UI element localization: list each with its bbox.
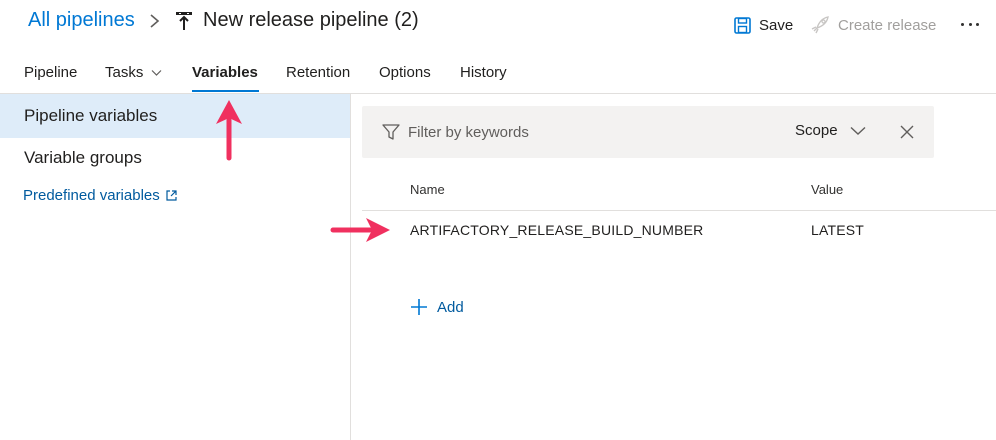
tab-bar: Pipeline Tasks Variables Retention Optio…	[0, 52, 996, 94]
tab-variables[interactable]: Variables	[192, 64, 258, 81]
column-header-name[interactable]: Name	[410, 182, 445, 197]
filter-keywords-input[interactable]	[408, 120, 768, 144]
scope-dropdown[interactable]: Scope	[795, 122, 866, 139]
create-release-label: Create release	[838, 16, 937, 34]
tab-retention[interactable]: Retention	[286, 64, 350, 81]
tab-tasks[interactable]: Tasks	[105, 64, 162, 81]
save-icon	[734, 16, 751, 34]
rocket-icon	[811, 16, 829, 34]
save-label: Save	[759, 16, 794, 34]
pane-divider	[350, 94, 351, 440]
header: All pipelines New release pipeline (2) S…	[0, 0, 996, 46]
tab-pipeline[interactable]: Pipeline	[24, 64, 77, 81]
tab-tasks-label: Tasks	[105, 64, 144, 81]
add-label: Add	[437, 298, 464, 316]
table-header-divider	[362, 210, 996, 211]
variables-sidebar: Pipeline variables Variable groups Prede…	[0, 94, 350, 440]
tab-options[interactable]: Options	[379, 64, 431, 81]
filter-icon	[382, 124, 400, 140]
more-actions-button[interactable]	[958, 14, 982, 34]
external-link-icon	[166, 190, 177, 201]
sidebar-item-pipeline-variables[interactable]: Pipeline variables	[0, 94, 350, 138]
chevron-right-icon	[150, 14, 160, 28]
save-button[interactable]: Save	[734, 14, 793, 36]
predefined-variables-link[interactable]: Predefined variables	[23, 187, 177, 204]
breadcrumb-all-pipelines[interactable]: All pipelines	[28, 9, 135, 32]
create-release-button[interactable]: Create release	[811, 14, 936, 36]
filter-bar: Scope	[362, 106, 934, 158]
variable-name-cell[interactable]: ARTIFACTORY_RELEASE_BUILD_NUMBER	[410, 222, 704, 238]
plus-icon	[411, 299, 427, 315]
release-pipeline-icon	[176, 12, 192, 30]
predefined-variables-label: Predefined variables	[23, 187, 160, 204]
chevron-down-icon	[850, 126, 866, 135]
chevron-down-icon	[151, 70, 161, 76]
scope-label: Scope	[795, 122, 838, 139]
close-icon[interactable]	[899, 124, 915, 140]
column-header-value[interactable]: Value	[811, 182, 843, 197]
tab-history[interactable]: History	[460, 64, 507, 81]
page-title: New release pipeline (2)	[203, 9, 419, 31]
variable-value-cell[interactable]: LATEST	[811, 222, 864, 238]
add-variable-button[interactable]: Add	[410, 298, 464, 316]
sidebar-item-variable-groups[interactable]: Variable groups	[0, 136, 350, 180]
active-tab-indicator	[192, 90, 259, 92]
